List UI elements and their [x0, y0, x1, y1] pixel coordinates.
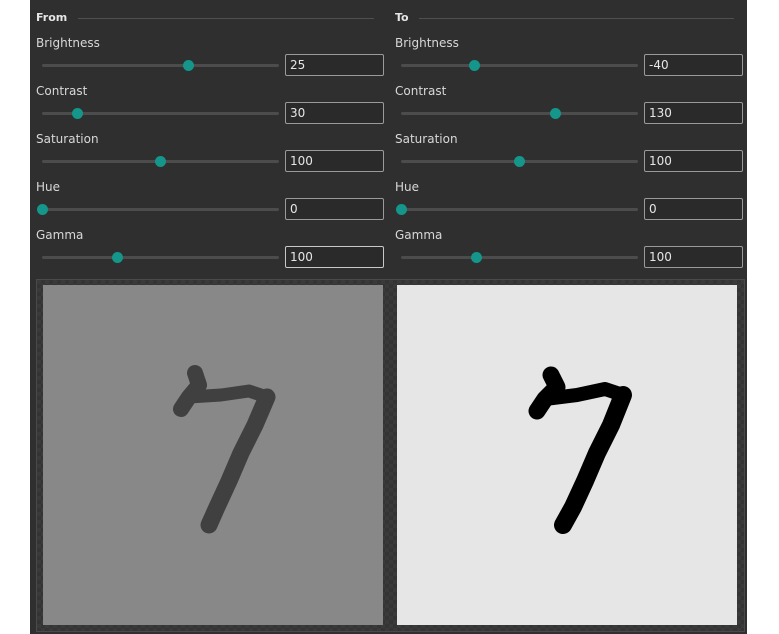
- from-brightness-slider[interactable]: [42, 60, 279, 71]
- to-saturation-label: Saturation: [395, 132, 458, 146]
- to-contrast-input[interactable]: [644, 102, 743, 124]
- to-hue-slider-handle[interactable]: [395, 204, 407, 215]
- to-contrast-slider[interactable]: [401, 108, 638, 119]
- to-hue-label: Hue: [395, 180, 420, 194]
- from-hue-label: Hue: [36, 180, 61, 194]
- to-image-background: [397, 285, 737, 625]
- from-gamma-label: Gamma: [36, 228, 84, 242]
- to-brightness-slider-handle[interactable]: [468, 60, 480, 71]
- from-contrast-slider-handle[interactable]: [72, 108, 84, 119]
- from-digit-seven-image: [43, 285, 383, 625]
- from-gamma-slider[interactable]: [42, 252, 279, 263]
- from-gamma-input[interactable]: [285, 246, 384, 268]
- to-hue-input[interactable]: [644, 198, 743, 220]
- from-hue-slider[interactable]: [36, 204, 279, 215]
- to-digit-seven-image: [397, 285, 737, 625]
- from-saturation-input[interactable]: [285, 150, 384, 172]
- to-contrast-slider-handle[interactable]: [549, 108, 561, 119]
- to-gamma-label: Gamma: [395, 228, 443, 242]
- to-saturation-slider[interactable]: [401, 156, 638, 167]
- from-saturation-label: Saturation: [36, 132, 99, 146]
- to-saturation-input[interactable]: [644, 150, 743, 172]
- to-contrast-label: Contrast: [395, 84, 447, 98]
- from-image-background: [43, 285, 383, 625]
- to-brightness-input[interactable]: [644, 54, 743, 76]
- from-hue-slider-handle[interactable]: [36, 204, 48, 215]
- from-brightness-label: Brightness: [36, 36, 100, 50]
- from-contrast-input[interactable]: [285, 102, 384, 124]
- to-group-divider: [419, 18, 734, 19]
- from-group-divider: [78, 18, 374, 19]
- to-hue-slider[interactable]: [395, 204, 638, 215]
- from-preview-image: [43, 285, 383, 625]
- from-saturation-slider[interactable]: [42, 156, 279, 167]
- to-group-title: To: [395, 11, 409, 24]
- from-group-title: From: [36, 11, 68, 24]
- from-contrast-slider[interactable]: [42, 108, 279, 119]
- to-gamma-input[interactable]: [644, 246, 743, 268]
- to-brightness-label: Brightness: [395, 36, 459, 50]
- to-gamma-slider[interactable]: [401, 252, 638, 263]
- to-preview-image: [397, 285, 737, 625]
- from-hue-input[interactable]: [285, 198, 384, 220]
- from-contrast-label: Contrast: [36, 84, 88, 98]
- from-saturation-slider-handle[interactable]: [155, 156, 166, 167]
- to-saturation-slider-handle[interactable]: [514, 156, 525, 167]
- to-brightness-slider[interactable]: [401, 60, 638, 71]
- from-brightness-input[interactable]: [285, 54, 384, 76]
